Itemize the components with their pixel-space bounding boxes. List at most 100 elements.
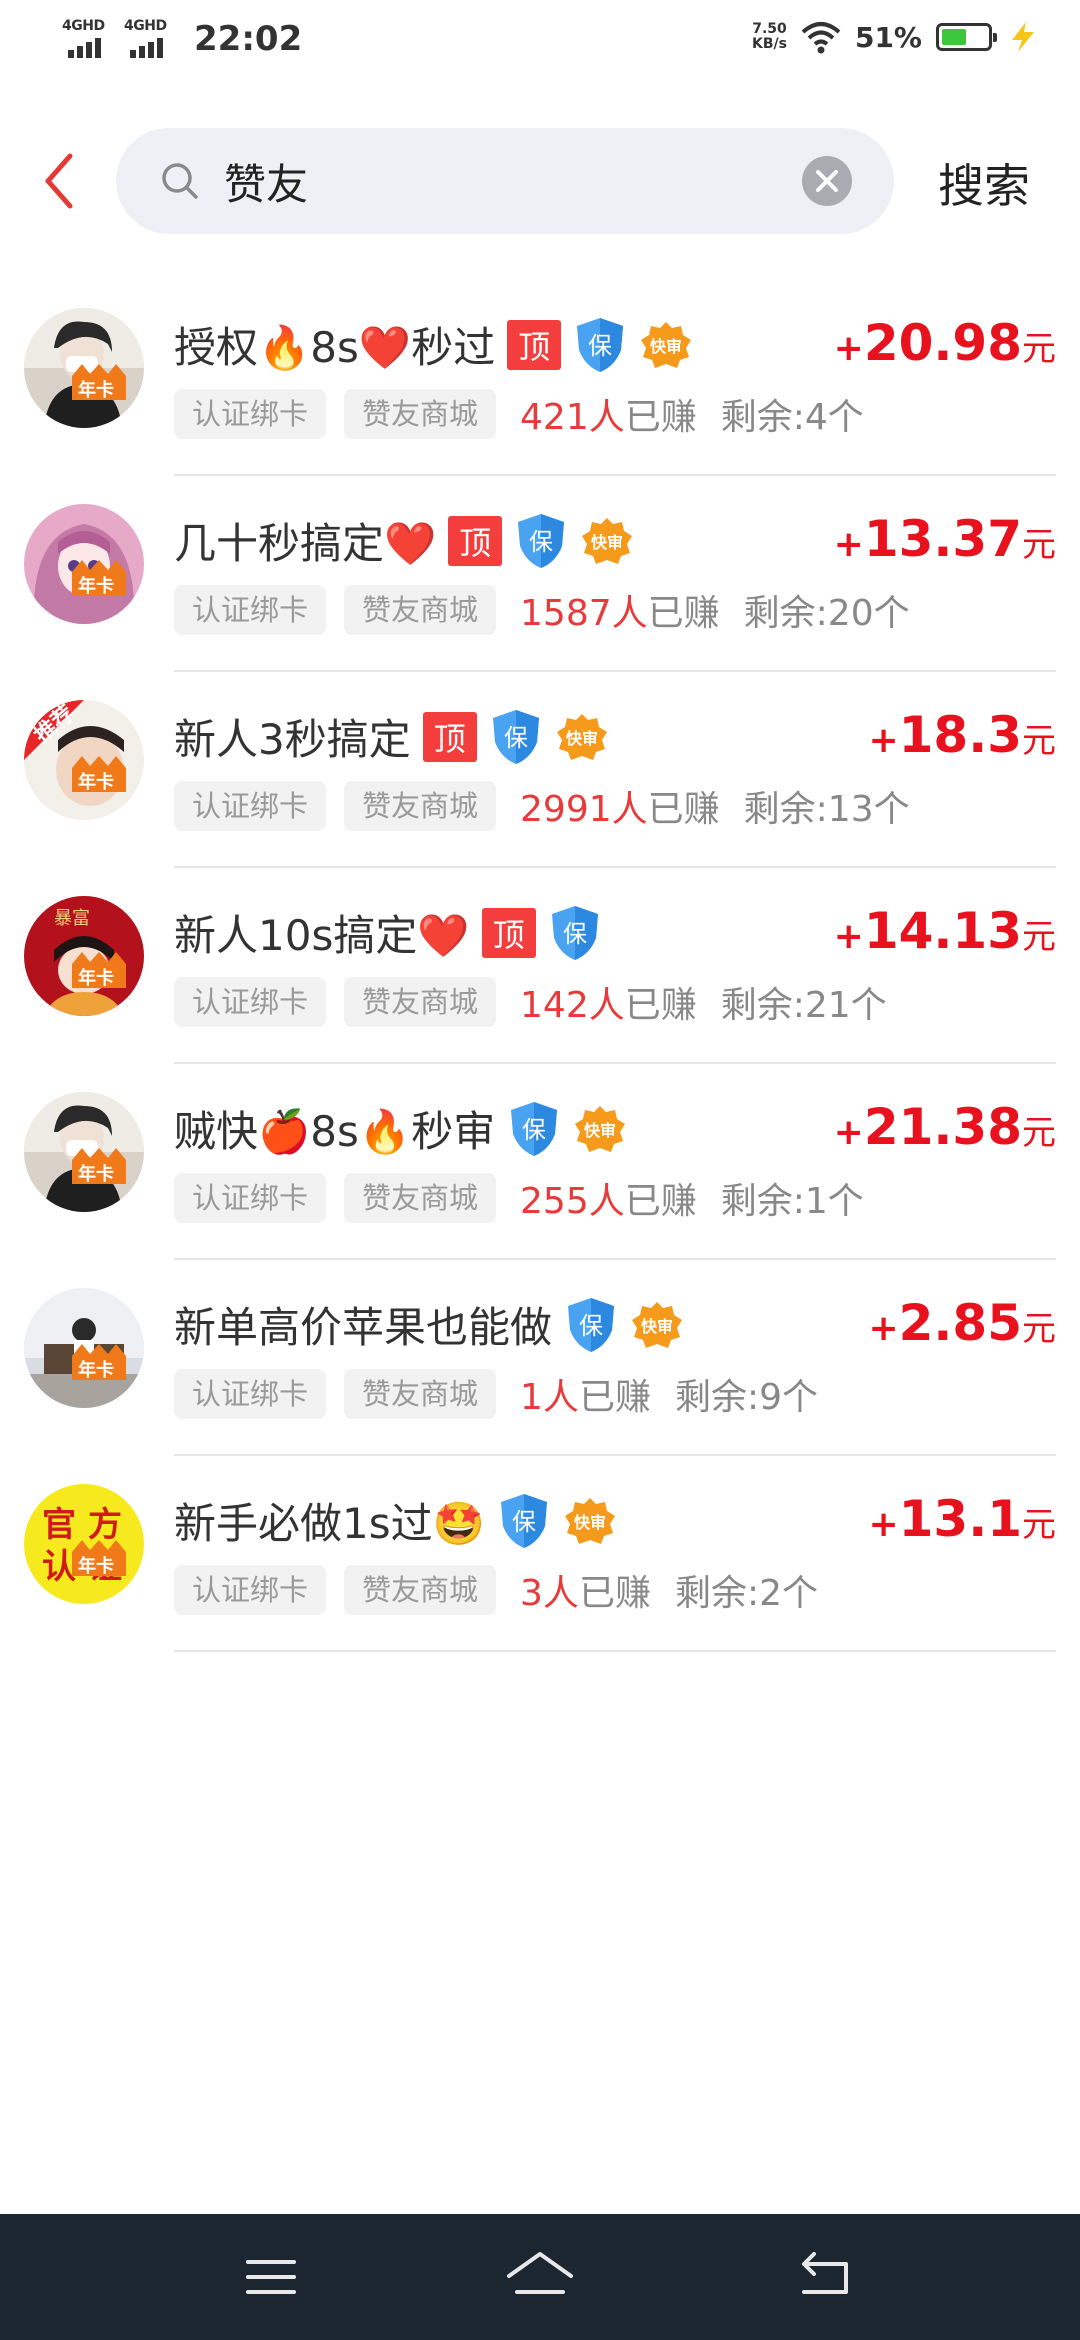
tag-zanyou-mall: 赞友商城 <box>344 977 497 1027</box>
signal-icon: 4GHD <box>62 18 114 60</box>
reward-plus: + <box>833 328 864 369</box>
task-item[interactable]: 年卡 授权🔥8s❤️秒过 顶 保 快审 认证绑卡 赞友商城 421人已赚 剩余:… <box>0 280 1080 476</box>
tag-verify-card: 认证绑卡 <box>174 977 327 1027</box>
earned-label: 已赚 <box>624 985 697 1026</box>
top-badge: 顶 <box>507 319 562 370</box>
remaining-count: 剩余:4个 <box>720 397 864 438</box>
task-reward: +2.85元 <box>868 1294 1056 1352</box>
earned-label: 已赚 <box>578 1573 651 1614</box>
reward-plus: + <box>833 1112 864 1153</box>
task-reward: +20.98元 <box>834 314 1056 372</box>
svg-text:保: 保 <box>529 528 553 556</box>
earned-label: 已赚 <box>624 1181 697 1222</box>
task-item[interactable]: 年卡 贼快🍎8s🔥秒审 保 快审 认证绑卡 赞友商城 255人已赚 剩余:1个 … <box>0 1064 1080 1260</box>
remaining-count: 剩余:9个 <box>674 1377 818 1418</box>
earned-count: 2991人已赚 <box>520 780 720 832</box>
reward-amount: 20.98 <box>863 314 1022 372</box>
tag-verify-card: 认证绑卡 <box>174 585 327 635</box>
remaining-count: 剩余:13个 <box>743 789 910 830</box>
navigation-bar <box>0 2214 1080 2340</box>
fast-review-badge-icon: 快审 <box>639 318 693 372</box>
top-badge: 顶 <box>422 711 477 762</box>
annual-card-label: 年卡 <box>78 380 114 401</box>
earned-count: 3人已赚 <box>520 1564 651 1616</box>
search-row: 搜索 <box>0 128 1080 234</box>
fast-review-badge-icon: 快审 <box>563 1494 617 1548</box>
top-badge: 顶 <box>481 907 536 958</box>
reward-unit: 元 <box>1022 721 1056 761</box>
network-speed: 7.50 KB/s <box>752 22 787 52</box>
network-type: 4GHD <box>124 18 167 34</box>
home-icon[interactable] <box>505 2244 575 2310</box>
task-item[interactable]: 推荐 年卡 新人3秒搞定 顶 保 快审 认证绑卡 赞友商城 2991人已赚 剩余… <box>0 672 1080 868</box>
svg-text:方: 方 <box>88 1505 122 1545</box>
reward-plus: + <box>868 720 899 761</box>
svg-text:保: 保 <box>522 1116 546 1144</box>
remaining-count: 剩余:1个 <box>720 1181 864 1222</box>
tag-verify-card: 认证绑卡 <box>174 1173 327 1223</box>
svg-text:快审: 快审 <box>650 337 682 356</box>
annual-card-badge-icon: 年卡 <box>68 952 130 989</box>
search-button[interactable]: 搜索 <box>938 150 1030 216</box>
reward-amount: 18.3 <box>898 706 1022 764</box>
reward-amount: 2.85 <box>898 1294 1022 1352</box>
task-item[interactable]: 官 方 认 证 年卡 新手必做1s过🤩 保 快审 认证绑卡 赞友商城 3人已赚 … <box>0 1456 1080 1652</box>
reward-unit: 元 <box>1022 917 1056 957</box>
svg-text:保: 保 <box>588 332 612 360</box>
task-item[interactable]: 暴富 年卡 新人10s搞定❤️ 顶 保 认证绑卡 赞友商城 142人已赚 剩余:… <box>0 868 1080 1064</box>
clear-button[interactable] <box>802 156 852 206</box>
task-title: 授权🔥8s❤️秒过 <box>174 323 496 372</box>
annual-card-label: 年卡 <box>78 968 114 989</box>
remaining-count: 剩余:2个 <box>674 1573 818 1614</box>
tag-verify-card: 认证绑卡 <box>174 1369 327 1419</box>
svg-text:快审: 快审 <box>574 1513 606 1532</box>
tag-zanyou-mall: 赞友商城 <box>344 1173 497 1223</box>
earned-count: 142人已赚 <box>520 976 697 1028</box>
search-input[interactable] <box>224 152 784 210</box>
fast-review-badge-icon: 快审 <box>580 514 634 568</box>
earned-count: 1587人已赚 <box>520 584 720 636</box>
back-icon[interactable] <box>790 2244 860 2310</box>
svg-text:官: 官 <box>42 1505 76 1545</box>
network-type: 4GHD <box>62 18 105 34</box>
annual-card-badge-icon: 年卡 <box>68 560 130 597</box>
task-title: 新单高价苹果也能做 <box>174 1303 553 1352</box>
earned-number: 1587人 <box>520 593 648 634</box>
tag-zanyou-mall: 赞友商城 <box>344 585 497 635</box>
remaining-count: 剩余:21个 <box>720 985 887 1026</box>
guarantee-badge-icon: 保 <box>548 904 602 962</box>
clear-icon <box>816 170 838 192</box>
reward-plus: + <box>868 1308 899 1349</box>
signal-icon: 4GHD <box>124 18 176 60</box>
earned-number: 421人 <box>520 397 625 438</box>
battery-icon <box>936 23 997 51</box>
reward-plus: + <box>833 916 864 957</box>
reward-amount: 21.38 <box>863 1098 1022 1156</box>
reward-unit: 元 <box>1022 329 1056 369</box>
earned-label: 已赚 <box>647 789 720 830</box>
fast-review-badge-icon: 快审 <box>573 1102 627 1156</box>
earned-count: 255人已赚 <box>520 1172 697 1224</box>
task-reward: +13.37元 <box>834 510 1056 568</box>
earned-label: 已赚 <box>647 593 720 634</box>
earned-count: 421人已赚 <box>520 388 697 440</box>
task-item[interactable]: 年卡 新单高价苹果也能做 保 快审 认证绑卡 赞友商城 1人已赚 剩余:9个 +… <box>0 1260 1080 1456</box>
svg-text:快审: 快审 <box>566 729 598 748</box>
reward-unit: 元 <box>1022 525 1056 565</box>
guarantee-badge-icon: 保 <box>564 1296 618 1354</box>
back-arrow-icon[interactable] <box>36 150 82 212</box>
tag-zanyou-mall: 赞友商城 <box>344 1565 497 1615</box>
speed-unit: KB/s <box>752 36 787 52</box>
menu-icon[interactable] <box>236 2244 306 2310</box>
annual-card-badge-icon: 年卡 <box>68 1540 130 1577</box>
annual-card-label: 年卡 <box>78 1556 114 1577</box>
task-title: 新人3秒搞定 <box>174 715 411 764</box>
task-reward: +13.1元 <box>868 1490 1056 1548</box>
remaining-count: 剩余:20个 <box>743 593 910 634</box>
guarantee-badge-icon: 保 <box>497 1492 551 1550</box>
search-box[interactable] <box>116 128 894 234</box>
task-item[interactable]: 年卡 几十秒搞定❤️ 顶 保 快审 认证绑卡 赞友商城 1587人已赚 剩余:2… <box>0 476 1080 672</box>
svg-text:保: 保 <box>563 920 587 948</box>
annual-card-badge-icon: 年卡 <box>68 756 130 793</box>
earned-label: 已赚 <box>578 1377 651 1418</box>
